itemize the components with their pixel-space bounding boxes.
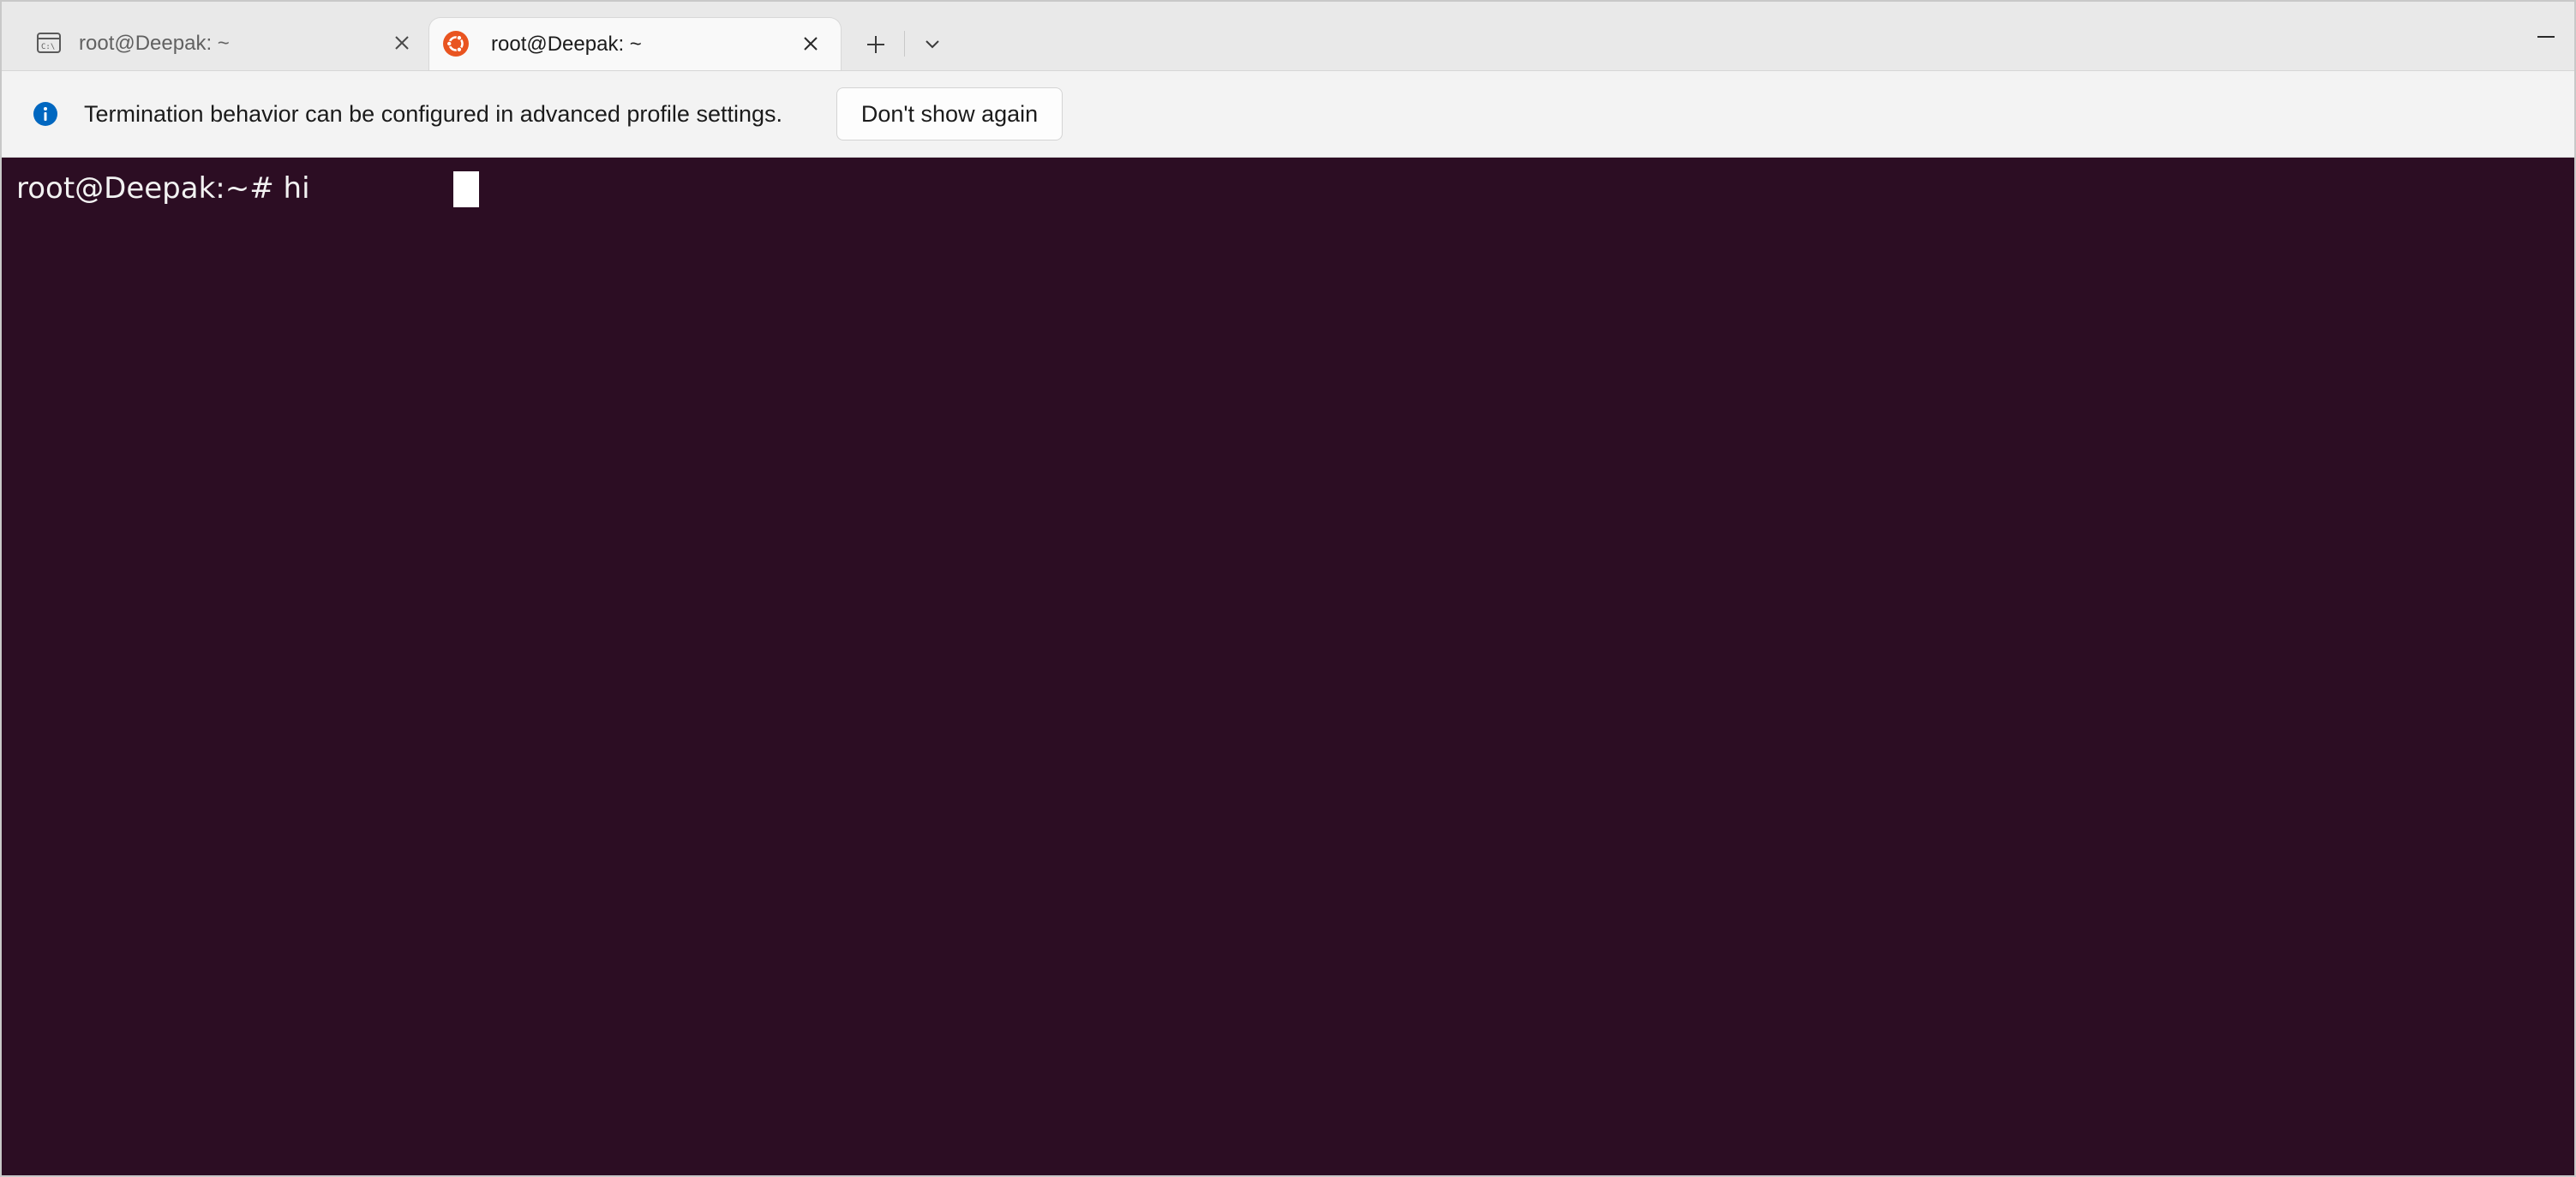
command-prompt-icon: C:\	[37, 33, 61, 53]
minimize-icon[interactable]	[2533, 24, 2559, 50]
plus-icon[interactable]	[859, 27, 893, 62]
svg-text:C:\: C:\	[41, 43, 55, 51]
close-icon[interactable]	[391, 32, 413, 54]
terminal-output[interactable]: root@Deepak:~# hi	[2, 158, 2574, 1175]
tab-label: root@Deepak: ~	[491, 33, 642, 56]
tab-ubuntu[interactable]: root@Deepak: ~	[428, 17, 842, 70]
dont-show-again-button[interactable]: Don't show again	[836, 87, 1063, 140]
terminal-prompt: root@Deepak:~#	[16, 171, 274, 206]
ubuntu-icon	[443, 31, 469, 57]
chevron-down-icon[interactable]	[915, 27, 950, 62]
terminal-command: hi	[283, 171, 310, 206]
close-icon[interactable]	[800, 33, 822, 55]
tab-separator	[904, 31, 905, 57]
tab-cmd[interactable]: C:\ root@Deepak: ~	[19, 17, 422, 70]
terminal-window: C:\ root@Deepak: ~ root@Deepak: ~ Termin…	[0, 0, 2576, 1177]
info-icon	[33, 102, 57, 126]
tab-bar: C:\ root@Deepak: ~ root@Deepak: ~	[2, 2, 2574, 71]
terminal-line: root@Deepak:~# hi	[16, 170, 310, 207]
tab-label: root@Deepak: ~	[79, 32, 230, 55]
terminal-cursor	[453, 171, 479, 207]
info-message: Termination behavior can be configured i…	[84, 101, 782, 127]
